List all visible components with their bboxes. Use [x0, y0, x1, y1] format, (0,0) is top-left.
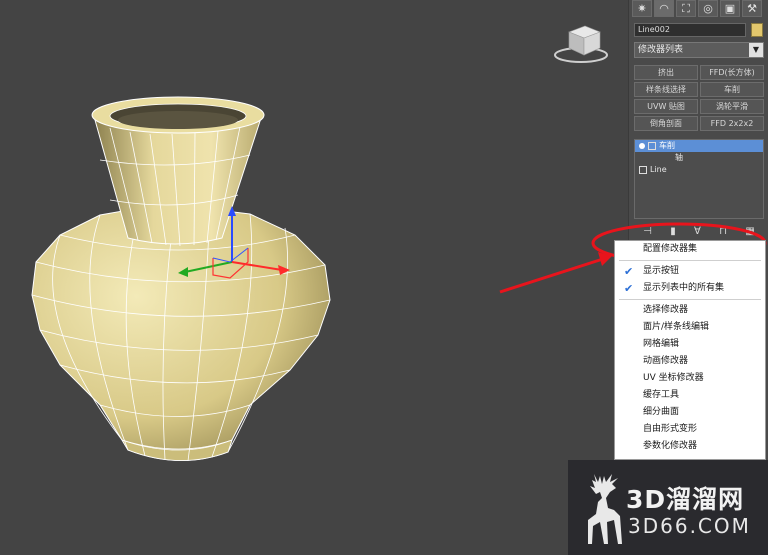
menu-item-show-all-sets[interactable]: ✔ 显示列表中的所有集: [615, 280, 765, 297]
lightbulb-icon[interactable]: [639, 142, 645, 149]
command-panel-tabs: ✷ ◠ ⛶ ◎ ▣ ⚒: [632, 0, 762, 18]
checkmark-icon: ✔: [624, 265, 634, 278]
expand-icon[interactable]: [648, 141, 656, 150]
uvw-map-button[interactable]: UVW 贴图: [634, 99, 698, 114]
menu-item-label: 参数化修改器: [643, 441, 698, 451]
ffd-box-button[interactable]: FFD(长方体): [700, 65, 764, 80]
display-tab[interactable]: ▣: [720, 0, 740, 17]
modifier-list-label: 修改器列表: [638, 45, 684, 55]
viewport-canvas[interactable]: [0, 0, 630, 555]
modifier-list-dropdown[interactable]: 修改器列表 ▼: [634, 42, 764, 58]
object-color-swatch[interactable]: [751, 23, 763, 37]
menu-separator: [619, 299, 761, 300]
menu-item-label: 动画修改器: [643, 356, 689, 366]
menu-item-label: 配置修改器集: [643, 244, 698, 254]
menu-item-configure-modifier-sets[interactable]: 配置修改器集: [615, 241, 765, 258]
utilities-tab[interactable]: ⚒: [742, 0, 762, 17]
turbosmooth-button[interactable]: 涡轮平滑: [700, 99, 764, 114]
modifier-buttons: 挤出 FFD(长方体) 样条线选择 车削 UVW 贴图 涡轮平滑 倒角剖面 FF…: [634, 65, 764, 131]
vase-model[interactable]: [31, 96, 331, 462]
menu-item-subdivision-surfaces[interactable]: 细分曲面: [615, 404, 765, 421]
stack-item-label: 车削: [659, 141, 675, 150]
menu-separator: [619, 260, 761, 261]
expand-icon[interactable]: [639, 165, 647, 174]
menu-item-parametric-modifiers[interactable]: 参数化修改器: [615, 438, 765, 455]
hierarchy-tab[interactable]: ⛶: [676, 0, 696, 17]
menu-item-label: 缓存工具: [643, 390, 680, 400]
hierarchy-icon: ⛶: [682, 1, 690, 15]
menu-item-label: 细分曲面: [643, 407, 680, 417]
menu-item-label: 显示列表中的所有集: [643, 283, 725, 293]
menu-item-animation-modifiers[interactable]: 动画修改器: [615, 353, 765, 370]
sun-create-icon: ✷: [637, 2, 647, 15]
stack-item-axis[interactable]: 轴: [635, 152, 763, 164]
perspective-viewport[interactable]: [0, 0, 630, 555]
extrude-button[interactable]: 挤出: [634, 65, 698, 80]
menu-item-label: UV 坐标修改器: [643, 373, 704, 383]
menu-item-selection-modifiers[interactable]: 选择修改器: [615, 302, 765, 319]
motion-icon: ◎: [703, 2, 713, 15]
modifier-sets-context-menu: 配置修改器集 ✔ 显示按钮 ✔ 显示列表中的所有集 选择修改器 面片/样条线编辑 网…: [614, 240, 766, 460]
object-name-field[interactable]: Line002: [634, 23, 746, 37]
menu-item-free-form-deformers[interactable]: 自由形式变形: [615, 421, 765, 438]
menu-item-patch-spline-editing[interactable]: 面片/样条线编辑: [615, 319, 765, 336]
menu-item-cache-tools[interactable]: 缓存工具: [615, 387, 765, 404]
utilities-icon: ⚒: [747, 2, 757, 15]
stack-item-lathe[interactable]: 车削: [635, 140, 763, 152]
bevel-profile-button[interactable]: 倒角剖面: [634, 116, 698, 131]
stack-item-label: Line: [650, 165, 667, 174]
watermark-domain: 3D66.COM: [628, 514, 751, 538]
menu-item-mesh-editing[interactable]: 网格编辑: [615, 336, 765, 353]
menu-item-label: 面片/样条线编辑: [643, 322, 710, 332]
menu-item-uv-coordinate-modifiers[interactable]: UV 坐标修改器: [615, 370, 765, 387]
spline-select-button[interactable]: 样条线选择: [634, 82, 698, 97]
checkmark-icon: ✔: [624, 282, 634, 295]
modify-icon: ◠: [659, 2, 669, 15]
deer-logo-icon: [588, 474, 622, 544]
modify-tab[interactable]: ◠: [654, 0, 674, 17]
menu-item-label: 网格编辑: [643, 339, 680, 349]
lathe-button[interactable]: 车削: [700, 82, 764, 97]
menu-item-label: 显示按钮: [643, 266, 680, 276]
menu-item-label: 选择修改器: [643, 305, 689, 315]
motion-tab[interactable]: ◎: [698, 0, 718, 17]
watermark-brand: 3D溜溜网: [626, 485, 745, 514]
stack-item-line[interactable]: Line: [635, 164, 763, 176]
stack-item-label: 轴: [675, 153, 683, 162]
modifier-stack: 车削 轴 Line: [634, 139, 764, 219]
watermark-logo: 3D溜溜网 3D66.COM: [568, 460, 768, 555]
menu-item-show-buttons[interactable]: ✔ 显示按钮: [615, 263, 765, 280]
chevron-down-icon[interactable]: ▼: [749, 43, 763, 57]
view-cube[interactable]: [554, 25, 608, 63]
ffd-2x2x2-button[interactable]: FFD 2x2x2: [700, 116, 764, 131]
display-icon: ▣: [724, 2, 736, 15]
menu-item-label: 自由形式变形: [643, 424, 698, 434]
create-tab[interactable]: ✷: [632, 0, 652, 17]
